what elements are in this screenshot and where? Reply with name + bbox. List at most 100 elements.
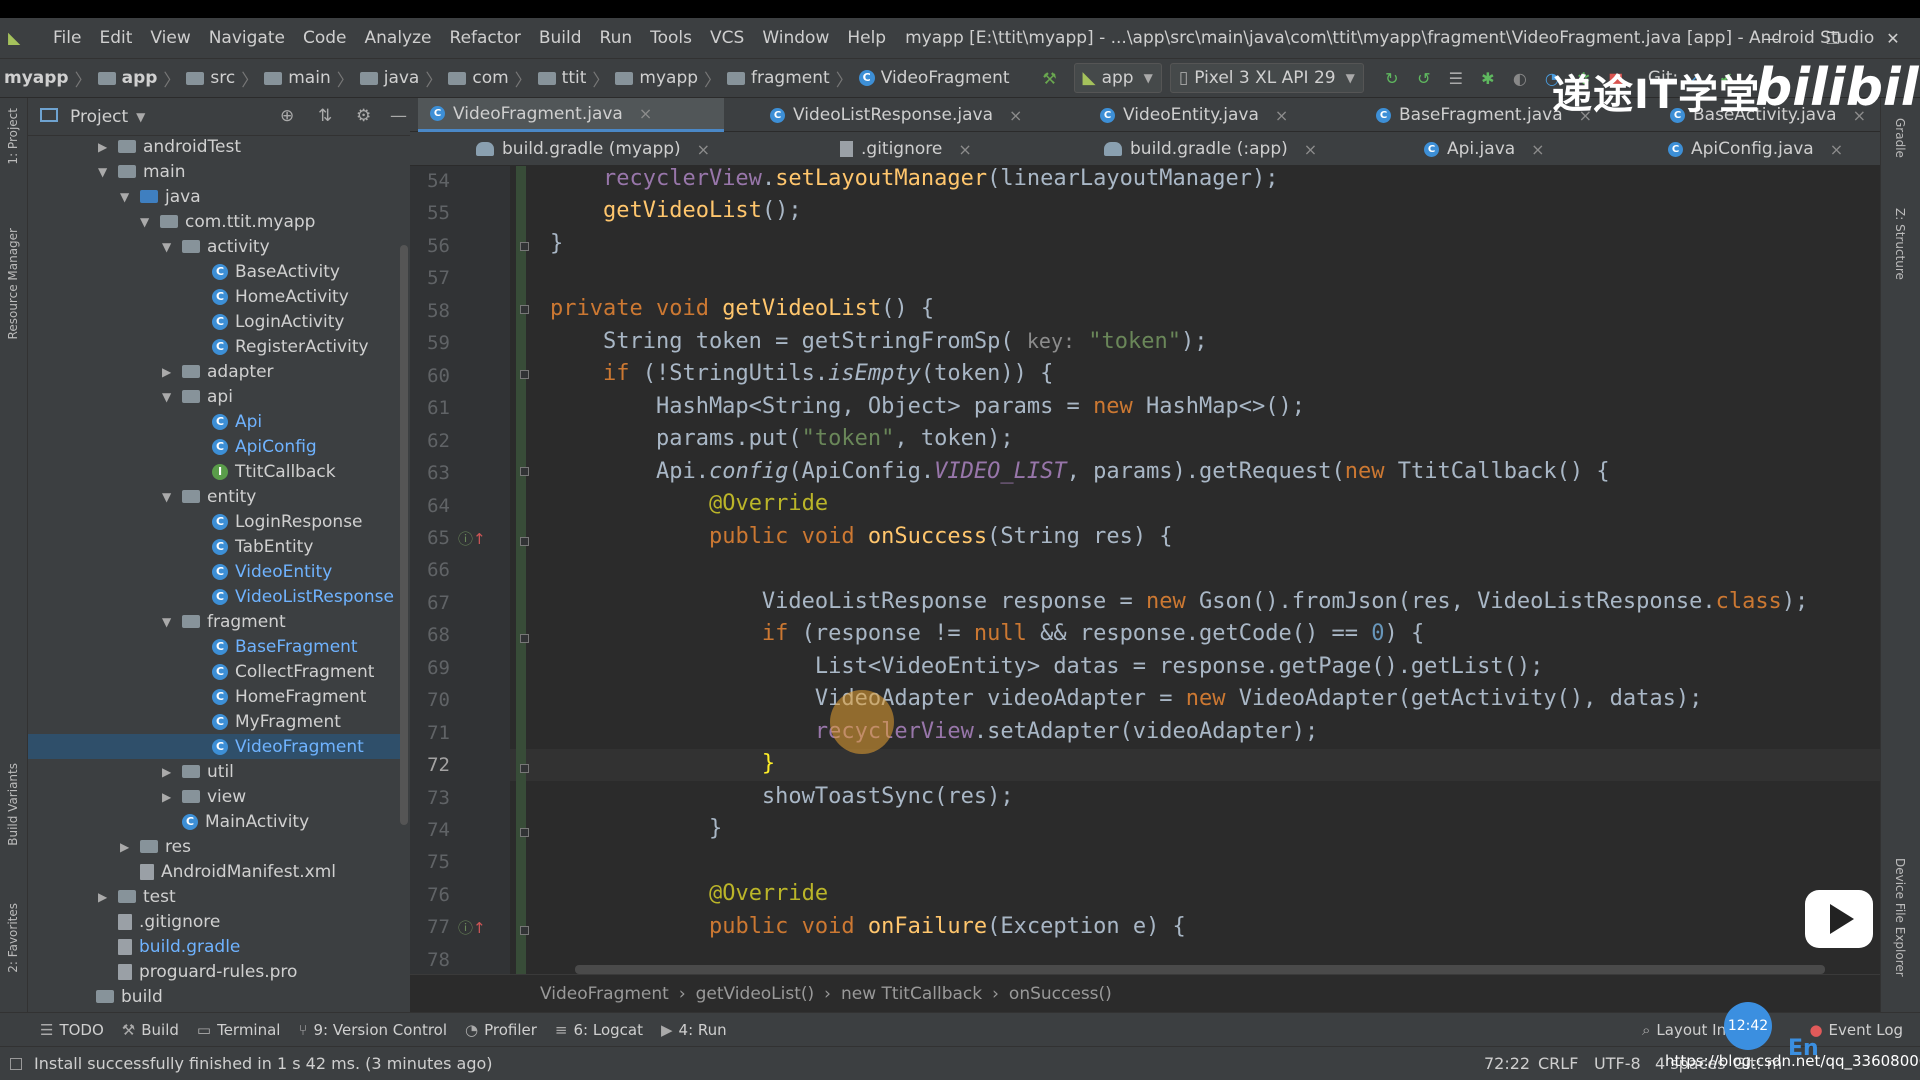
tree-item[interactable]: ▶ util — [162, 759, 234, 784]
tree-item[interactable]: C BaseActivity — [212, 259, 340, 284]
close-tab-icon[interactable]: × — [1275, 106, 1288, 125]
close-tab-icon[interactable]: × — [697, 140, 710, 159]
tree-item[interactable]: C VideoListResponse — [212, 584, 394, 609]
todo-tool-button[interactable]: ☰ TODO — [40, 1021, 104, 1039]
apply-code-changes-icon[interactable]: ↺ — [1410, 64, 1438, 92]
tree-item[interactable]: ▼ activity — [162, 234, 270, 259]
chevron-down-icon[interactable]: ▼ — [136, 110, 145, 124]
breadcrumb-item[interactable]: app — [97, 68, 157, 88]
menu-window[interactable]: Window — [753, 28, 838, 48]
tree-item[interactable]: C Api — [212, 409, 262, 434]
close-window-button[interactable]: ✕ — [1870, 18, 1916, 58]
tree-item[interactable]: ▼ api — [162, 384, 233, 409]
tree-item[interactable]: build.gradle — [118, 934, 240, 959]
tree-item[interactable]: ▶ res — [120, 834, 191, 859]
expanded-arrow-icon[interactable]: ▼ — [98, 165, 112, 179]
debug-icon[interactable]: ✱ — [1474, 64, 1502, 92]
breadcrumb-item[interactable]: fragment — [727, 68, 830, 88]
expanded-arrow-icon[interactable]: ▼ — [162, 240, 176, 254]
collapsed-arrow-icon[interactable]: ▶ — [162, 365, 176, 379]
hide-panel-icon[interactable]: — — [390, 106, 407, 126]
expanded-arrow-icon[interactable]: ▼ — [140, 215, 154, 229]
editor-tab[interactable]: C ApiConfig.java × — [1656, 132, 1880, 166]
tree-item[interactable]: C LoginResponse — [212, 509, 363, 534]
tree-item[interactable]: ▼ main — [98, 159, 185, 184]
logcat-tool-button[interactable]: ≡ 6: Logcat — [555, 1021, 643, 1039]
editor-tab[interactable]: C Api.java × — [1412, 132, 1648, 166]
close-tab-icon[interactable]: × — [1531, 140, 1544, 159]
run-tool-button[interactable]: ▶ 4: Run — [661, 1021, 727, 1039]
device-file-explorer-tool-button[interactable]: Device File Explorer — [1893, 858, 1907, 977]
editor-tab[interactable]: build.gradle (myapp) × — [464, 132, 774, 166]
apply-changes-icon[interactable]: ↻ — [1378, 64, 1406, 92]
line-separator[interactable]: CRLF — [1538, 1054, 1578, 1073]
collapse-all-icon[interactable]: ⇅ — [318, 106, 332, 126]
collapsed-arrow-icon[interactable]: ▶ — [162, 765, 176, 779]
editor-tab[interactable]: C VideoFragment.java × — [418, 98, 724, 132]
fold-marker[interactable] — [520, 467, 529, 476]
tree-item[interactable]: C RegisterActivity — [212, 334, 369, 359]
caret-position[interactable]: 72:22 — [1484, 1054, 1530, 1073]
sync-icon[interactable]: ☰ — [1442, 64, 1470, 92]
fold-marker[interactable] — [520, 926, 529, 935]
breadcrumb-item[interactable]: main — [264, 68, 331, 88]
tree-item[interactable]: ▼ java — [120, 184, 201, 209]
minimize-button[interactable]: — — [1748, 18, 1794, 58]
tree-item[interactable]: C HomeActivity — [212, 284, 349, 309]
fold-marker[interactable] — [520, 370, 529, 379]
tree-item[interactable]: build — [96, 984, 163, 1009]
tree-item[interactable]: C TabEntity — [212, 534, 313, 559]
structure-tool-button[interactable]: Z: Structure — [1893, 208, 1907, 280]
breadcrumb-item[interactable]: ttit — [537, 68, 586, 88]
locate-icon[interactable]: ⊕ — [280, 106, 294, 126]
collapsed-arrow-icon[interactable]: ▶ — [98, 140, 112, 154]
collapsed-arrow-icon[interactable]: ▶ — [98, 890, 112, 904]
override-icon[interactable]: ⓘ↑ — [458, 917, 486, 938]
hammer-icon[interactable]: ⚒ — [1036, 64, 1064, 92]
tree-item[interactable]: C HomeFragment — [212, 684, 366, 709]
tree-item[interactable]: C BaseFragment — [212, 634, 358, 659]
profiler-tool-button[interactable]: ◔ Profiler — [465, 1021, 537, 1039]
tree-item[interactable]: ▶ adapter — [162, 359, 274, 384]
menu-navigate[interactable]: Navigate — [200, 28, 294, 48]
fold-marker[interactable] — [520, 764, 529, 773]
editor-breadcrumb-item[interactable]: VideoFragment — [540, 984, 669, 1004]
tree-item[interactable]: .gitignore — [118, 909, 220, 934]
editor-breadcrumb-item[interactable]: onSuccess() — [1009, 984, 1112, 1004]
breadcrumb-item[interactable]: com — [448, 68, 509, 88]
collapsed-arrow-icon[interactable]: ▶ — [162, 790, 176, 804]
tree-item[interactable]: C MainActivity — [182, 809, 309, 834]
menu-run[interactable]: Run — [591, 28, 642, 48]
tree-item[interactable]: C LoginActivity — [212, 309, 344, 334]
expanded-arrow-icon[interactable]: ▼ — [162, 390, 176, 404]
menu-view[interactable]: View — [141, 28, 199, 48]
tree-item[interactable]: AndroidManifest.xml — [140, 859, 336, 884]
code-editor[interactable] — [410, 166, 1880, 974]
menu-tools[interactable]: Tools — [641, 28, 701, 48]
editor-tab[interactable]: C VideoListResponse.java × — [758, 98, 1068, 132]
editor-horizontal-scrollbar[interactable] — [575, 965, 1825, 974]
editor-breadcrumb-item[interactable]: new TtitCallback — [841, 984, 982, 1004]
project-tool-button[interactable]: 1: Project — [6, 108, 20, 165]
fold-marker[interactable] — [520, 242, 529, 251]
fold-marker[interactable] — [520, 305, 529, 314]
close-tab-icon[interactable]: × — [1830, 140, 1843, 159]
tree-item[interactable]: C VideoEntity — [212, 559, 332, 584]
terminal-tool-button[interactable]: ▭ Terminal — [197, 1021, 281, 1039]
menu-analyze[interactable]: Analyze — [356, 28, 441, 48]
tree-item[interactable]: ▼ entity — [162, 484, 256, 509]
tree-item[interactable]: I TtitCallback — [212, 459, 336, 484]
menu-vcs[interactable]: VCS — [701, 28, 753, 48]
menu-edit[interactable]: Edit — [90, 28, 141, 48]
collapsed-arrow-icon[interactable]: ▶ — [120, 840, 134, 854]
expanded-arrow-icon[interactable]: ▼ — [162, 490, 176, 504]
gradle-tool-button[interactable]: Gradle — [1893, 118, 1907, 158]
breadcrumb-item[interactable]: myapp — [615, 68, 698, 88]
menu-refactor[interactable]: Refactor — [441, 28, 530, 48]
close-tab-icon[interactable]: × — [1009, 106, 1022, 125]
build-tool-button[interactable]: ⚒ Build — [122, 1021, 179, 1039]
breadcrumb-item[interactable]: src — [186, 68, 235, 88]
breadcrumb-item[interactable]: C VideoFragment — [858, 68, 1010, 88]
menu-help[interactable]: Help — [838, 28, 895, 48]
tree-item[interactable]: ▶ androidTest — [98, 134, 241, 159]
